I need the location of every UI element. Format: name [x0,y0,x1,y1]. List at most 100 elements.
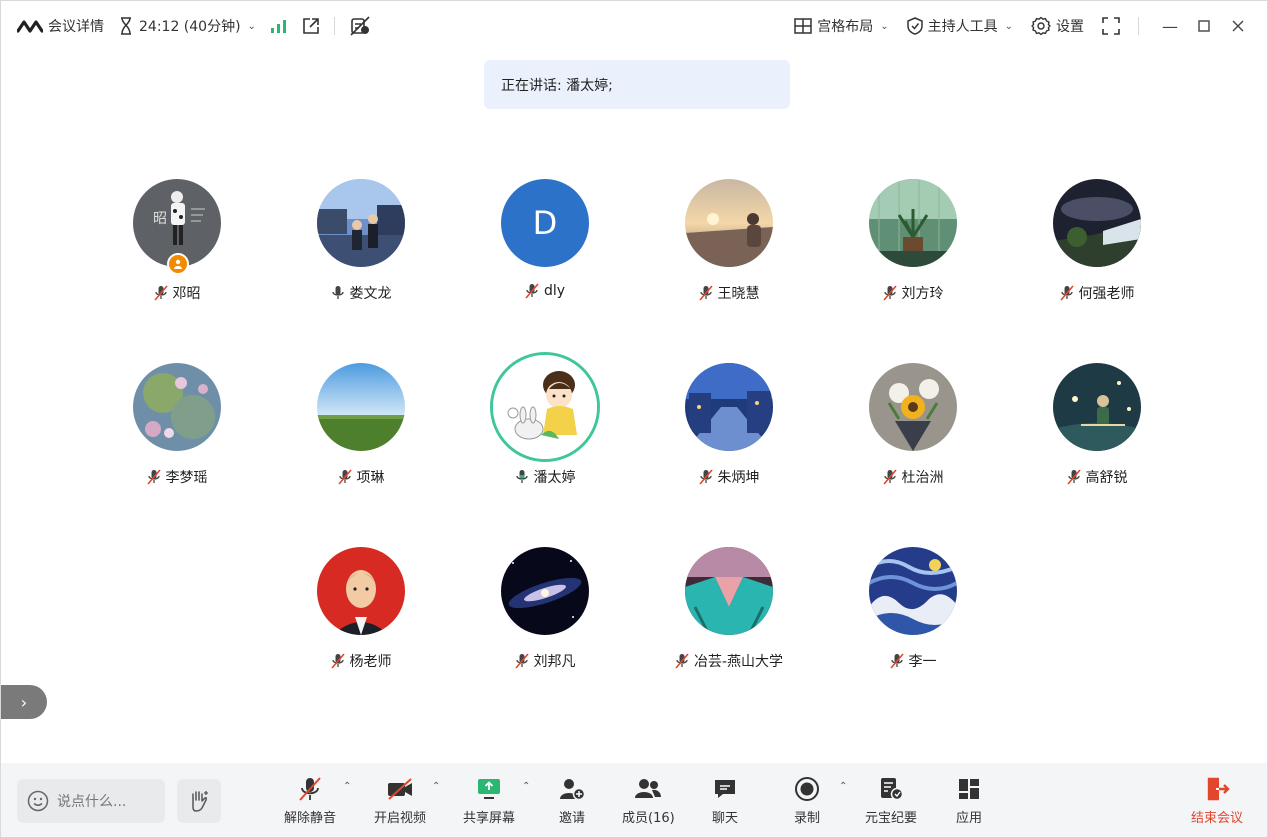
participant-tile-active-speaker[interactable]: 潘太婷 [453,352,637,513]
avatar [317,179,405,267]
mic-muted-icon [675,653,689,669]
participant-name-row: 项琳 [269,467,453,487]
mic-muted-icon [882,285,897,301]
participant-name: 刘方玲 [901,286,944,302]
share-screen-button[interactable]: 共享屏幕 [463,775,515,831]
participant-name-row: 刘邦凡 [453,651,637,671]
participant-name: 项琳 [356,470,385,486]
participant-tile[interactable]: 王晓慧 [637,179,821,329]
participant-name-row: 杨老师 [269,651,453,671]
quick-chat-input[interactable]: 说点什么... [17,779,165,823]
unmute-button[interactable]: 解除静音 [284,775,336,831]
user-icon [173,259,183,269]
mic-muted-icon [525,283,539,299]
mic-muted-icon [1059,285,1074,301]
avatar: D [501,179,589,267]
participant-grid: 昭 邓昭 娄文龙 D dly 王晓慧 刘方玲 何强老师 李梦瑶 项琳 潘太婷 朱… [1,1,1268,761]
participant-name-row: 邓昭 [85,283,269,303]
unmute-label: 解除静音 [284,811,337,826]
participant-tile[interactable]: 冶芸-燕山大学 [637,547,821,697]
participant-name-row: 刘方玲 [821,283,1005,303]
participant-tile[interactable]: D dly [453,179,637,329]
mic-muted-icon [337,469,352,485]
record-options-caret[interactable]: ⌃ [839,781,847,792]
participant-name: 高舒锐 [1085,470,1128,486]
exit-icon [1204,776,1230,802]
yuanbao-notes-label: 元宝纪要 [865,811,918,826]
start-video-label: 开启视频 [374,811,427,826]
participant-tile[interactable]: 李一 [821,547,1005,697]
participant-name-row: 王晓慧 [637,283,821,303]
record-label: 录制 [794,811,821,826]
invite-button[interactable]: 邀请 [558,775,586,831]
mic-muted-icon [297,776,323,802]
apps-button[interactable]: 应用 [956,775,982,831]
participant-tile[interactable]: 刘邦凡 [453,547,637,697]
start-video-button[interactable]: 开启视频 [374,775,426,831]
participant-tile[interactable]: 刘方玲 [821,179,1005,329]
end-meeting-label: 结束会议 [1191,811,1244,826]
participant-tile[interactable]: 李梦瑶 [85,363,269,513]
participant-name: 邓昭 [172,286,201,302]
share-screen-icon [476,777,502,801]
participant-name: 潘太婷 [533,470,576,486]
participant-name-row: 潘太婷 [453,467,637,487]
video-options-caret[interactable]: ⌃ [432,781,440,792]
mic-muted-icon [330,653,345,669]
svg-text:昭: 昭 [153,211,167,227]
participant-tile[interactable]: 朱炳坤 [637,363,821,513]
members-button[interactable]: 成员(16) [622,775,675,831]
participant-tile[interactable]: 娄文龙 [269,179,453,329]
mic-muted-icon [146,469,161,485]
avatar [869,179,957,267]
mic-muted-icon [698,469,713,485]
chat-label: 聊天 [712,811,739,826]
participant-name-row: dly [453,283,637,299]
mic-muted-icon [514,653,529,669]
chat-bubble-icon [712,777,738,801]
record-button[interactable]: 录制 [794,775,820,831]
chat-button[interactable]: 聊天 [712,775,738,831]
avatar [869,363,957,451]
members-icon [633,777,663,801]
apps-grid-icon [957,777,981,801]
avatar [1053,363,1141,451]
avatar [685,547,773,635]
participant-name: dly [543,283,566,299]
add-user-icon [558,777,586,801]
participant-tile[interactable]: 何强老师 [1005,179,1189,329]
members-label: 成员(16) [622,811,675,826]
invite-label: 邀请 [558,811,585,826]
participant-name: 李一 [908,654,937,670]
participant-name: 杜治洲 [901,470,944,486]
avatar [501,547,589,635]
chevron-right-icon: › [20,692,28,712]
end-meeting-button[interactable]: 结束会议 [1191,775,1243,831]
emoji-icon [27,790,49,812]
avatar [1053,179,1141,267]
participant-tile[interactable]: 高舒锐 [1005,363,1189,513]
participant-name-row: 朱炳坤 [637,467,821,487]
participant-name: 李梦瑶 [165,470,208,486]
share-options-caret[interactable]: ⌃ [522,781,530,792]
participant-tile[interactable]: 杨老师 [269,547,453,697]
participant-tile[interactable]: 项琳 [269,363,453,513]
participant-tile[interactable]: 昭 邓昭 [85,179,269,329]
avatar [317,547,405,635]
mic-on-icon [331,285,345,301]
mic-muted-icon [153,285,168,301]
mic-muted-icon [889,653,904,669]
participant-name-row: 娄文龙 [269,283,453,303]
host-badge [167,253,189,275]
bottom-toolbar: 说点什么... 解除静音 ⌃ 开启视频 ⌃ 共享屏幕 ⌃ 邀请 成员(16) 聊… [1,763,1267,837]
yuanbao-notes-button[interactable]: 元宝纪要 [865,775,917,831]
audio-options-caret[interactable]: ⌃ [343,781,351,792]
mic-muted-icon [698,285,713,301]
participant-name-row: 高舒锐 [1005,467,1189,487]
participant-tile[interactable]: 杜治洲 [821,363,1005,513]
apps-label: 应用 [956,811,983,826]
participant-name: 娄文龙 [349,286,392,302]
expand-sidebar-button[interactable]: › [1,685,47,719]
avatar-speaking [490,352,600,462]
raise-hand-button[interactable] [177,779,221,823]
